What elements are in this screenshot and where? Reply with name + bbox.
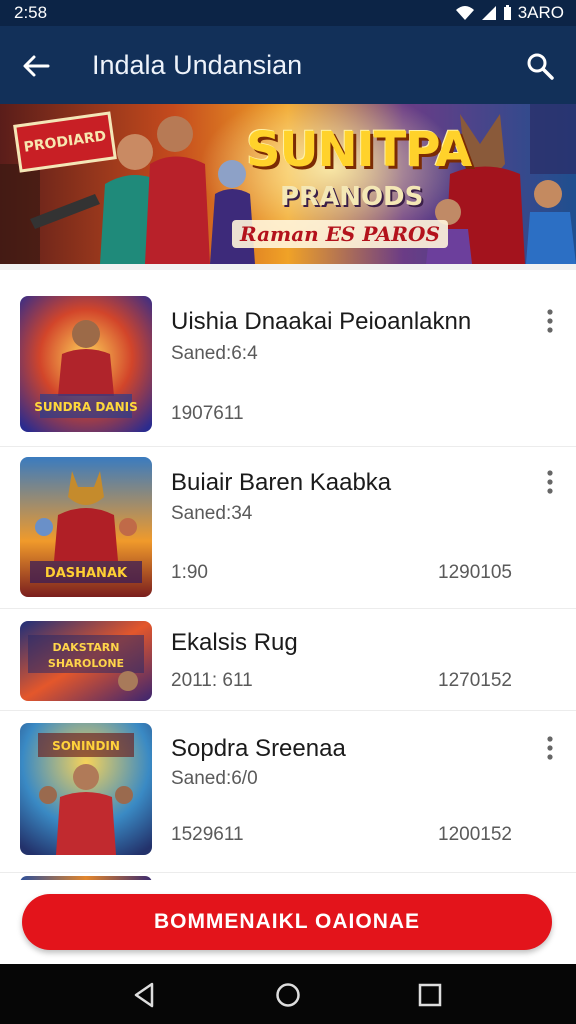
svg-text:SUNDRA DANIS: SUNDRA DANIS — [34, 400, 138, 414]
battery-icon — [503, 5, 511, 20]
item-subtitle: Saned:6:4 — [171, 343, 258, 364]
wifi-icon — [455, 6, 474, 20]
svg-text:DASHANAK: DASHANAK — [45, 566, 128, 581]
item-title: Ekalsis Rug — [171, 629, 298, 656]
item-thumbnail: DASHANAK — [20, 457, 152, 597]
nav-back-icon[interactable] — [130, 980, 160, 1010]
item-meta-secondary: 1270152 — [438, 670, 512, 691]
item-thumbnail: DAKSTARN SHAROLONE — [20, 621, 152, 701]
search-icon[interactable] — [524, 50, 556, 82]
item-meta: 1:90 — [171, 562, 208, 583]
status-time: 2:58 — [14, 3, 48, 22]
item-subtitle: Saned:6/0 — [171, 768, 258, 789]
status-icons: 3ARO — [455, 3, 564, 23]
svg-text:SHAROLONE: SHAROLONE — [48, 657, 124, 670]
item-title: Sopdra Sreenaa — [171, 735, 346, 762]
more-vert-icon[interactable] — [540, 308, 560, 334]
status-bar: 2:58 3ARO — [0, 0, 576, 26]
item-subtitle: Saned:34 — [171, 503, 253, 524]
more-vert-icon[interactable] — [540, 735, 560, 761]
list-item[interactable]: SUNDRA DANIS Uishia Dnaakai Peioanlaknn … — [0, 270, 576, 440]
item-meta: 1907611 — [171, 403, 244, 424]
item-thumbnail: SUNDRA DANIS — [20, 296, 152, 432]
item-meta: 1529611 — [171, 824, 244, 845]
back-arrow-icon[interactable] — [20, 50, 52, 82]
item-title: Buiair Baren Kaabka — [171, 469, 392, 496]
item-title: Uishia Dnaakai Peioanlaknn — [171, 308, 472, 335]
item-meta-secondary: 1290105 — [438, 562, 512, 583]
promo-banner[interactable]: PRODIARD SUNITPA PRANODS Raman ES PAROS — [0, 104, 576, 264]
list-item[interactable]: DASHANAK Buiair Baren Kaabka Saned:34 1:… — [0, 447, 576, 607]
item-meta-secondary: 1200152 — [438, 824, 512, 845]
game-list: SUNDRA DANIS Uishia Dnaakai Peioanlaknn … — [0, 270, 576, 890]
svg-text:DAKSTARN: DAKSTARN — [53, 641, 120, 654]
cta-container: BOMMENAIKL OAIONAE — [0, 880, 576, 964]
page-title: Indala Undansian — [92, 50, 303, 80]
list-item[interactable]: DAKSTARN SHAROLONE Ekalsis Rug 2011: 611… — [0, 609, 576, 709]
svg-text:SONINDIN: SONINDIN — [52, 739, 120, 753]
primary-action-button[interactable]: BOMMENAIKL OAIONAE — [22, 894, 552, 950]
banner-tagline: Raman ES PAROS — [232, 220, 448, 248]
signal-icon — [481, 6, 496, 20]
item-thumbnail: SONINDIN — [20, 723, 152, 855]
app-bar: Indala Undansian — [0, 26, 576, 104]
system-nav-bar — [0, 964, 576, 1024]
divider — [0, 872, 576, 873]
more-vert-icon[interactable] — [540, 469, 560, 495]
item-meta: 2011: 611 — [171, 670, 253, 691]
list-item[interactable]: SONINDIN Sopdra Sreenaa Saned:6/0 152961… — [0, 711, 576, 871]
nav-home-icon[interactable] — [273, 980, 303, 1010]
nav-recents-icon[interactable] — [415, 980, 445, 1010]
banner-subtitle: PRANODS — [280, 182, 424, 212]
banner-title: SUNITPA — [246, 122, 472, 178]
battery-text: 3ARO — [517, 3, 564, 22]
